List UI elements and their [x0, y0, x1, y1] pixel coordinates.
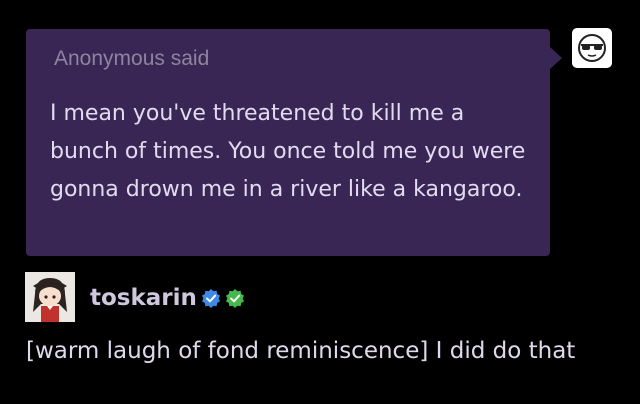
- verified-check-icon: [201, 288, 221, 308]
- green-check-icon: [225, 288, 245, 308]
- asker-verb: said: [170, 47, 210, 70]
- username[interactable]: toskarin: [90, 285, 197, 311]
- user-avatar[interactable]: [25, 272, 75, 322]
- username-row: toskarin: [90, 285, 245, 311]
- question-text: I mean you've threatened to kill me a bu…: [50, 101, 526, 202]
- asker-name[interactable]: Anonymous: [54, 47, 165, 70]
- ask-bubble: Anonymous said I mean you've threatened …: [26, 29, 562, 256]
- anonymous-avatar-icon[interactable]: [572, 28, 612, 68]
- asker-line: Anonymous said: [54, 47, 209, 71]
- answer-text: [warm laugh of fond reminiscence] I did …: [26, 338, 576, 364]
